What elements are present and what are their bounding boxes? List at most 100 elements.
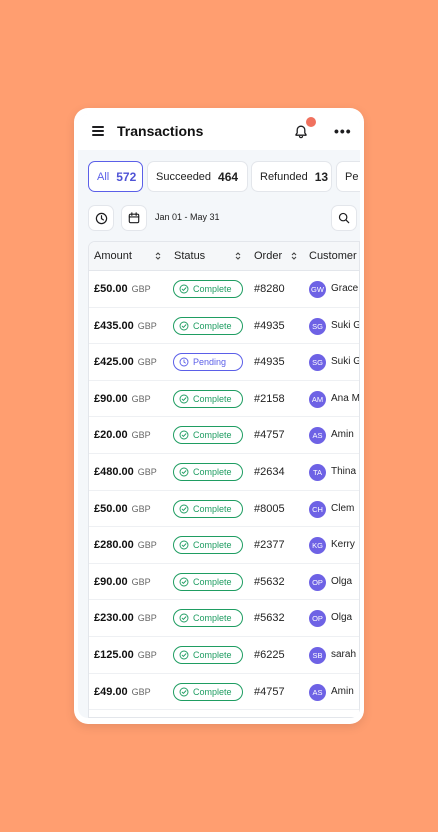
hamburger-menu-icon[interactable] — [92, 126, 104, 136]
check-circle-icon — [179, 540, 189, 550]
currency-code: GBP — [131, 576, 151, 587]
amount-cell: £480.00 GBP — [94, 466, 157, 478]
bell-icon[interactable] — [293, 124, 309, 140]
order-number[interactable]: #8005 — [254, 503, 285, 515]
currency-code: GBP — [131, 284, 151, 294]
sort-icon[interactable] — [291, 251, 297, 261]
status-label: Complete — [193, 503, 232, 514]
table-row[interactable]: £125.00 GBP Complete #6225 SB sarah — [89, 637, 359, 674]
table-row[interactable]: £480.00 GBP Complete #2634 TA Thina — [89, 454, 359, 491]
table-row[interactable]: £50.00 GBP Complete #8005 CH Clem — [89, 491, 359, 528]
currency-code: GBP — [137, 650, 157, 660]
filter-tabs: All 572 Succeeded 464 Refunded 13 Pe — [88, 161, 360, 193]
customer-name[interactable]: Thina — [331, 466, 356, 477]
order-number[interactable]: #5632 — [254, 612, 285, 624]
status-label: Complete — [193, 686, 232, 697]
order-number[interactable]: #8280 — [254, 283, 285, 295]
column-header-status[interactable]: Status — [174, 250, 205, 262]
amount-cell: £50.00 GBP — [94, 503, 151, 515]
amount-value: £90.00 — [94, 575, 128, 588]
amount-value: £230.00 — [94, 612, 134, 625]
clock-button[interactable] — [88, 205, 114, 231]
order-number[interactable]: #4935 — [254, 356, 285, 368]
table-row[interactable]: £20.00 GBP Complete #4757 AS Amin — [89, 417, 359, 454]
date-range[interactable]: Jan 01 - May 31 — [155, 212, 220, 222]
avatar: SG — [309, 354, 326, 372]
order-number[interactable]: #4757 — [254, 429, 285, 441]
tab-label: All — [97, 170, 110, 183]
table-row[interactable]: £230.00 GBP Complete #5632 OP Olga — [89, 600, 359, 637]
sort-icon[interactable] — [235, 251, 241, 261]
check-circle-icon — [179, 430, 189, 440]
customer-name[interactable]: Kerry — [331, 539, 355, 550]
more-horizontal-icon[interactable]: ••• — [334, 123, 352, 139]
order-number[interactable]: #2634 — [254, 466, 285, 478]
column-header-order[interactable]: Order — [254, 250, 282, 262]
check-circle-icon — [179, 321, 189, 331]
order-number[interactable]: #5632 — [254, 576, 285, 588]
order-number[interactable]: #4757 — [254, 686, 285, 698]
table-row[interactable]: £49.00 GBP Complete #4757 AS Amin — [89, 674, 359, 711]
customer-name[interactable]: Olga — [331, 612, 352, 623]
amount-value: £425.00 — [94, 356, 134, 369]
tab-succeeded[interactable]: Succeeded 464 — [147, 161, 248, 192]
customer-name[interactable]: Olga — [331, 576, 352, 587]
customer-name[interactable]: Suki G — [331, 356, 359, 367]
currency-code: GBP — [137, 357, 157, 368]
currency-code: GBP — [137, 540, 157, 551]
tab-count: 13 — [314, 169, 329, 184]
page-title: Transactions — [117, 123, 204, 139]
tab-all[interactable]: All 572 — [88, 161, 143, 192]
column-header-customer[interactable]: Customer — [309, 250, 357, 262]
customer-name[interactable]: sarah — [331, 649, 356, 660]
amount-cell: £50.00 GBP — [94, 283, 151, 295]
table-row[interactable]: £435.00 GBP Complete #4935 SG Suki G — [89, 308, 359, 345]
customer-name[interactable]: Amin — [331, 429, 354, 440]
calendar-button[interactable] — [121, 205, 147, 231]
check-circle-icon — [179, 650, 189, 660]
status-badge: Complete — [173, 536, 243, 555]
order-number[interactable]: #4935 — [254, 320, 285, 332]
status-badge: Complete — [173, 280, 243, 298]
table-row[interactable]: £90.00 GBP Complete #2158 AM Ana M — [89, 381, 359, 418]
table-row[interactable]: £90.00 GBP Complete #5632 OP Olga — [89, 564, 359, 601]
order-number[interactable]: #6225 — [254, 649, 285, 661]
sort-icon[interactable] — [155, 251, 161, 261]
status-label: Complete — [193, 650, 232, 660]
order-number[interactable]: #2377 — [254, 539, 285, 551]
table-row[interactable]: £425.00 GBP Pending #4935 SG Suki G — [89, 344, 359, 381]
order-number[interactable]: #2158 — [254, 393, 285, 405]
search-button[interactable] — [331, 205, 357, 231]
currency-code: GBP — [131, 393, 151, 404]
tab-label: Succeeded — [156, 170, 212, 183]
table-row[interactable]: £280.00 GBP Complete #2377 KG Kerry — [89, 527, 359, 564]
avatar: TA — [309, 464, 326, 481]
amount-cell: £20.00 GBP — [94, 429, 151, 441]
check-circle-icon — [179, 687, 189, 697]
amount-value: £280.00 — [94, 539, 134, 552]
amount-cell: £435.00 GBP — [94, 320, 157, 332]
tab-label: Pe — [345, 170, 359, 183]
currency-code: GBP — [131, 430, 151, 441]
calendar-icon — [128, 212, 140, 224]
column-header-amount[interactable]: Amount — [94, 250, 132, 262]
avatar: GW — [309, 281, 326, 298]
amount-cell: £230.00 GBP — [94, 612, 157, 624]
status-label: Complete — [193, 540, 232, 551]
check-circle-icon — [179, 284, 189, 294]
customer-name[interactable]: Ana M — [331, 393, 359, 404]
customer-name[interactable]: Suki G — [331, 320, 359, 331]
avatar: CH — [309, 500, 326, 518]
table-row[interactable]: £50.00 GBP Complete #8280 GW Grace — [89, 271, 359, 308]
tab-label: Refunded — [260, 170, 308, 183]
tab-pending[interactable]: Pe — [336, 161, 360, 192]
customer-name[interactable]: Amin — [331, 686, 354, 697]
tab-refunded[interactable]: Refunded 13 — [251, 161, 332, 192]
avatar: AM — [309, 390, 326, 408]
customer-name[interactable]: Grace — [331, 283, 358, 294]
currency-code: GBP — [131, 503, 151, 514]
customer-name[interactable]: Clem — [331, 503, 354, 514]
currency-code: GBP — [137, 320, 157, 331]
check-circle-icon — [179, 577, 189, 587]
amount-value: £90.00 — [94, 392, 128, 405]
